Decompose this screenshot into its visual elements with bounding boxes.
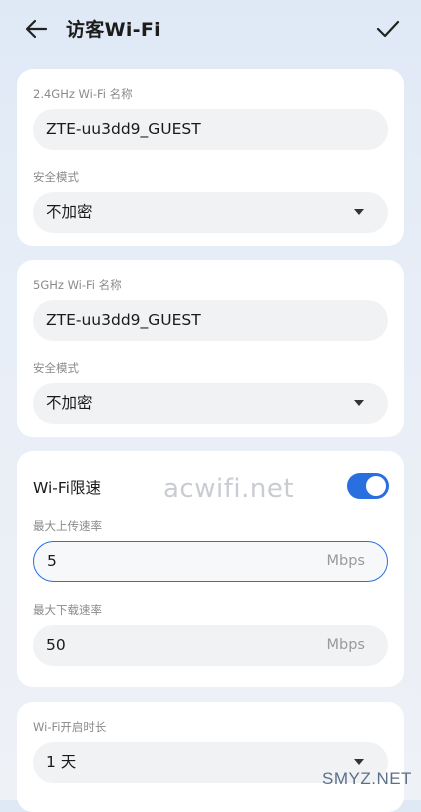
back-button[interactable]: [22, 14, 52, 44]
arrow-left-icon: [25, 19, 48, 39]
wifi-5ghz-card: 5GHz Wi-Fi 名称 ZTE-uu3dd9_GUEST 安全模式 不加密: [17, 260, 404, 437]
wifi-24ghz-security-label: 安全模式: [33, 170, 79, 184]
duration-value: 1 天: [46, 753, 77, 771]
wifi-5ghz-security-label: 安全模式: [33, 361, 79, 375]
upload-rate-label: 最大上传速率: [33, 519, 102, 533]
duration-card: Wi-Fi开启时长 1 天: [17, 702, 404, 812]
wifi-24ghz-name-label: 2.4GHz Wi-Fi 名称: [33, 87, 133, 101]
wifi-24ghz-card: 2.4GHz Wi-Fi 名称 ZTE-uu3dd9_GUEST 安全模式 不加…: [17, 69, 404, 246]
wifi-5ghz-security-select[interactable]: 不加密: [33, 383, 388, 424]
dropdown-caret-icon: [354, 209, 364, 215]
download-rate-input[interactable]: 50 Mbps: [33, 625, 388, 666]
dropdown-caret-icon: [354, 759, 364, 765]
wifi-24ghz-security-select[interactable]: 不加密: [33, 192, 388, 233]
checkmark-icon: [376, 20, 400, 38]
corner-watermark: SMYZ.NET: [322, 769, 412, 788]
upload-rate-unit: Mbps: [326, 553, 365, 569]
wifi-5ghz-name-input[interactable]: ZTE-uu3dd9_GUEST: [33, 300, 388, 341]
download-rate-value: 50: [46, 636, 66, 654]
dropdown-caret-icon: [354, 400, 364, 406]
toggle-knob: [366, 476, 386, 496]
speed-limit-title: Wi-Fi限速: [33, 479, 101, 497]
confirm-button[interactable]: [373, 14, 403, 44]
wifi-5ghz-security-value: 不加密: [46, 394, 93, 412]
top-bar: 访客Wi-Fi: [0, 0, 421, 58]
duration-label: Wi-Fi开启时长: [33, 720, 107, 734]
upload-rate-input[interactable]: 5 Mbps: [33, 541, 388, 582]
wifi-5ghz-name-label: 5GHz Wi-Fi 名称: [33, 278, 122, 292]
wifi-24ghz-name-input[interactable]: ZTE-uu3dd9_GUEST: [33, 109, 388, 150]
upload-rate-value: 5: [47, 552, 57, 570]
wifi-24ghz-security-value: 不加密: [46, 203, 93, 221]
download-rate-unit: Mbps: [326, 637, 365, 653]
download-rate-label: 最大下载速率: [33, 603, 102, 617]
page-title: 访客Wi-Fi: [66, 19, 161, 41]
speed-limit-toggle[interactable]: [347, 473, 389, 499]
watermark-text: acwifi.net: [163, 474, 295, 504]
